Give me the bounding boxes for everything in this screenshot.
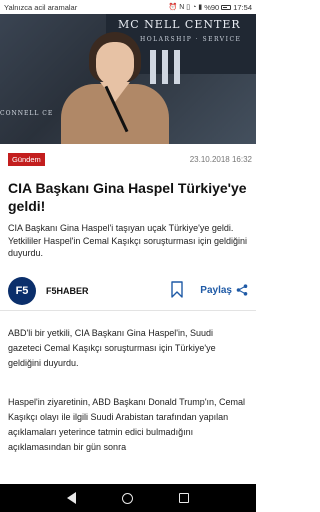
podium-text: CONNELL CE [0,110,54,117]
divider [0,310,256,311]
status-icons: ⏰ N ▯ ◔ ▮ %90 17:54 [168,3,252,12]
battery-icon [221,4,232,10]
hero-image[interactable]: MC NELL CENTER HOLARSHIP · SERVICE CONNE… [0,14,256,144]
wifi-icon: ◔ [192,3,197,11]
source-row: F5 F5HABER Paylaş [8,276,252,306]
source-name[interactable]: F5HABER [46,286,89,296]
source-logo[interactable]: F5 [8,277,36,305]
bookmark-icon[interactable] [171,281,183,298]
share-icon [236,284,248,296]
battery-percent: %90 [204,2,220,12]
clock: 17:54 [233,2,252,12]
article-paragraph: Haspel'in ziyaretinin, ABD Başkanı Donal… [8,397,246,452]
back-icon[interactable] [67,492,76,504]
article-title: CIA Başkanı Gina Haspel Türkiye'ye geldi… [8,180,247,214]
share-label: Paylaş [200,284,232,296]
recent-apps-icon[interactable] [179,493,189,503]
speaker-figure [55,32,175,144]
article-paragraph: ABD'li bir yetkili, CIA Başkanı Gina Has… [8,328,216,368]
status-bar: Yalnızca acil aramalar ⏰ N ▯ ◔ ▮ %90 17:… [0,0,256,14]
home-icon[interactable] [122,492,133,504]
nfc-icon: N [179,3,185,11]
article-meta: Gündem 23.10.2018 16:32 [8,153,252,166]
alarm-icon: ⏰ [168,3,178,11]
android-nav-bar [0,484,256,512]
carrier-text: Yalnızca acil aramalar [4,2,78,12]
banner-text: MC NELL CENTER [118,18,241,31]
vibrate-icon: ▯ [186,3,191,11]
article-summary: CIA Başkanı Gina Haspel'i taşıyan uçak T… [8,223,247,258]
share-button[interactable]: Paylaş [200,284,248,296]
publish-date: 23.10.2018 16:32 [189,155,252,164]
signal-icon: ▮ [198,3,203,11]
category-badge[interactable]: Gündem [8,153,45,166]
